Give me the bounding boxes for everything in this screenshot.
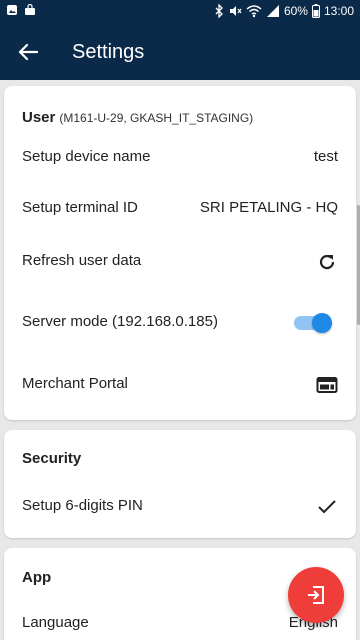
battery-percent: 60% — [283, 4, 308, 18]
setup-device-name-row[interactable]: Setup device name test — [4, 138, 356, 178]
setup-pin-row[interactable]: Setup 6-digits PIN — [4, 487, 356, 527]
status-bar: 60% 13:00 — [0, 0, 360, 24]
server-mode-label: Server mode (192.168.0.185) — [22, 313, 218, 330]
gallery-notification-icon — [6, 4, 18, 16]
bag-notification-icon — [24, 4, 36, 16]
user-section-header: User (M161-U-29, GKASH_IT_STAGING) — [22, 109, 253, 126]
setup-terminal-id-label: Setup terminal ID — [22, 199, 138, 216]
user-header-title: User — [22, 109, 56, 126]
page-title: Settings — [72, 41, 145, 63]
clock: 13:00 — [323, 4, 354, 18]
mute-icon — [228, 4, 242, 18]
server-mode-row[interactable]: Server mode (192.168.0.185) — [4, 303, 356, 343]
wifi-icon — [246, 4, 262, 18]
toggle-thumb — [312, 313, 332, 333]
merchant-portal-row[interactable]: Merchant Portal — [4, 365, 356, 405]
setup-device-name-label: Setup device name — [22, 148, 151, 165]
language-label: Language — [22, 614, 89, 631]
logout-fab[interactable] — [288, 567, 344, 623]
bluetooth-icon — [214, 4, 224, 18]
check-icon — [316, 496, 338, 518]
user-header-subtitle: (M161-U-29, GKASH_IT_STAGING) — [59, 111, 254, 125]
app-bar: Settings — [0, 24, 360, 80]
server-mode-toggle[interactable] — [294, 313, 332, 333]
security-section-header: Security — [22, 450, 82, 467]
user-card: User (M161-U-29, GKASH_IT_STAGING) Setup … — [4, 86, 356, 420]
setup-terminal-id-value: SRI PETALING - HQ — [199, 199, 338, 216]
signal-icon — [266, 4, 280, 18]
arrow-back-icon — [18, 43, 38, 61]
refresh-user-data-row[interactable]: Refresh user data — [4, 242, 356, 282]
logout-icon — [308, 586, 324, 604]
refresh-icon[interactable] — [316, 251, 338, 273]
portal-icon[interactable] — [316, 374, 338, 396]
back-button[interactable] — [14, 40, 42, 64]
settings-content[interactable]: User (M161-U-29, GKASH_IT_STAGING) Setup … — [0, 80, 360, 640]
refresh-user-data-label: Refresh user data — [22, 252, 142, 269]
security-card: Security Setup 6-digits PIN — [4, 430, 356, 538]
battery-icon — [311, 4, 320, 18]
app-section-header: App — [22, 569, 52, 586]
setup-terminal-id-row[interactable]: Setup terminal ID SRI PETALING - HQ — [4, 189, 356, 229]
setup-device-name-value: test — [313, 148, 338, 165]
merchant-portal-label: Merchant Portal — [22, 375, 128, 392]
setup-pin-label: Setup 6-digits PIN — [22, 497, 143, 514]
